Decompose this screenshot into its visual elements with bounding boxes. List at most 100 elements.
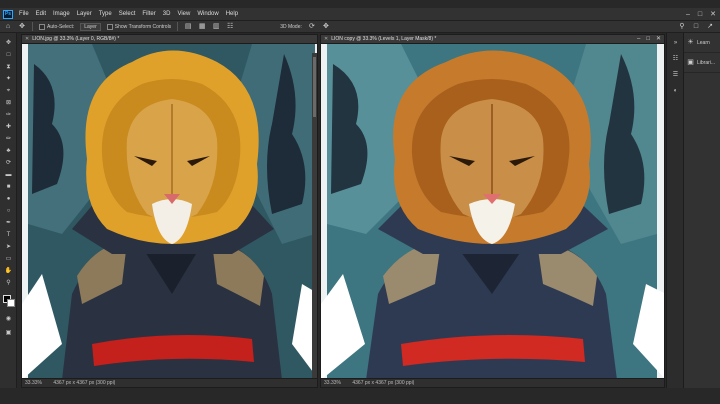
options-bar: ⌂ ✥ Auto-Select: Layer Show Transform Co… [0, 20, 720, 33]
options-right: ⚲ □ ↗ [678, 23, 714, 31]
maximize-icon[interactable]: □ [698, 11, 702, 18]
zoom-level[interactable]: 33.33% [324, 380, 341, 386]
auto-select-dropdown[interactable]: Layer [80, 22, 101, 31]
minimize-icon[interactable]: – [637, 35, 640, 43]
rectangle-tool-icon[interactable]: ▭ [4, 255, 13, 263]
close-tab-icon[interactable]: ✕ [25, 36, 29, 42]
status-bar: 33.33% 4367 px x 4367 px (300 ppi) [22, 378, 317, 387]
close-tab-icon[interactable]: ✕ [324, 36, 328, 42]
document-window-controls: – □ ✕ [637, 35, 661, 43]
menu-layer[interactable]: Layer [77, 11, 92, 17]
quick-mask-icon[interactable]: ◉ [4, 315, 13, 323]
marquee-tool-icon[interactable]: □ [4, 51, 13, 59]
auto-select-label: Auto-Select: [47, 23, 75, 30]
panel-dock-strip: » ☷ ☰ ◐ [666, 33, 683, 388]
panel-learn[interactable]: ☀ Learn [684, 33, 720, 53]
document-tab-copy[interactable]: ✕ LION copy @ 33.3% (Levels 1, Layer Mask… [321, 35, 664, 44]
frame-tool-icon[interactable]: ⊠ [4, 99, 13, 107]
workspace-icon[interactable]: □ [692, 23, 700, 31]
type-tool-icon[interactable]: T [4, 231, 13, 239]
align-right-icon[interactable]: ▥ [212, 23, 220, 31]
search-icon[interactable]: ⚲ [678, 23, 686, 31]
brush-tool-icon[interactable]: ✏ [4, 135, 13, 143]
distribute-icon[interactable]: ☷ [226, 23, 234, 31]
3d-pan-icon[interactable]: ✥ [322, 23, 330, 31]
home-icon[interactable]: ⌂ [4, 23, 12, 31]
gradient-tool-icon[interactable]: ■ [4, 183, 13, 191]
lion-artwork-original [22, 44, 317, 380]
crop-tool-icon[interactable]: ⌖ [4, 87, 13, 95]
move-tool-icon[interactable]: ✥ [18, 23, 26, 31]
history-brush-tool-icon[interactable]: ⟳ [4, 159, 13, 167]
menu-type[interactable]: Type [99, 11, 112, 17]
path-selection-tool-icon[interactable]: ➤ [4, 243, 13, 251]
document-window-original: ✕ LION.jpg @ 33.3% (Layer 0, RGB/8#) * 3… [21, 34, 318, 388]
menu-file[interactable]: File [19, 11, 29, 17]
scrollbar-thumb[interactable] [313, 57, 316, 117]
zoom-tool-icon[interactable]: ⚲ [4, 279, 13, 287]
canvas-copy[interactable] [321, 44, 664, 380]
blur-tool-icon[interactable]: ● [4, 195, 13, 203]
status-bar: 33.33% 4367 px x 4367 px (300 ppi) [321, 378, 664, 387]
photoshop-logo-icon: Ps [3, 9, 13, 19]
vertical-scrollbar[interactable] [312, 53, 317, 380]
eraser-tool-icon[interactable]: ▬ [4, 171, 13, 179]
auto-select-checkbox[interactable] [39, 23, 45, 30]
dodge-tool-icon[interactable]: ○ [4, 207, 13, 215]
document-size: 4367 px x 4367 px (300 ppi) [53, 380, 116, 386]
menu-select[interactable]: Select [119, 11, 136, 17]
background-color-swatch[interactable] [7, 299, 15, 307]
quick-select-tool-icon[interactable]: ✦ [4, 75, 13, 83]
window-controls: – □ ✕ [686, 8, 716, 20]
clone-stamp-tool-icon[interactable]: ♣ [4, 147, 13, 155]
panel-label: Librari... [697, 59, 716, 66]
close-icon[interactable]: ✕ [656, 35, 661, 43]
menu-window[interactable]: Window [197, 11, 218, 17]
libraries-icon: ▣ [687, 59, 694, 66]
separator [177, 22, 179, 31]
learn-icon: ☀ [687, 39, 694, 46]
pen-tool-icon[interactable]: ✒ [4, 219, 13, 227]
menu-image[interactable]: Image [53, 11, 70, 17]
menu-filter[interactable]: Filter [142, 11, 155, 17]
properties-icon[interactable]: ☷ [671, 55, 680, 63]
document-title: LION.jpg @ 33.3% (Layer 0, RGB/8#) * [32, 36, 120, 42]
screen-mode-icon[interactable]: ▣ [4, 329, 13, 337]
adjustments-icon[interactable]: ◐ [671, 87, 680, 95]
share-icon[interactable]: ↗ [706, 23, 714, 31]
align-left-icon[interactable]: ▤ [184, 23, 192, 31]
panel-collapse-icon[interactable]: » [671, 39, 680, 47]
panel-label: Learn [697, 39, 710, 46]
close-icon[interactable]: ✕ [710, 10, 716, 18]
zoom-level[interactable]: 33.33% [25, 380, 42, 386]
document-size: 4367 px x 4367 px (300 ppi) [352, 380, 415, 386]
menu-bar: Ps File Edit Image Layer Type Select Fil… [0, 8, 720, 20]
hand-tool-icon[interactable]: ✋ [4, 267, 13, 275]
lion-artwork-adjusted [321, 44, 664, 380]
transform-controls-label: Show Transform Controls [114, 23, 172, 30]
layers-icon[interactable]: ☰ [671, 71, 680, 79]
separator [32, 22, 33, 31]
minimize-icon[interactable]: – [686, 11, 690, 18]
right-panels: ☀ Learn ▣ Librari... [683, 33, 720, 388]
eyedropper-tool-icon[interactable]: ✑ [4, 111, 13, 119]
menu-3d[interactable]: 3D [163, 11, 171, 17]
3d-mode-label: 3D Mode: [280, 23, 302, 30]
document-window-copy: ✕ LION copy @ 33.3% (Levels 1, Layer Mask… [320, 34, 665, 388]
document-title: LION copy @ 33.3% (Levels 1, Layer Mask/… [331, 36, 437, 42]
healing-brush-tool-icon[interactable]: ✚ [4, 123, 13, 131]
document-tab-original[interactable]: ✕ LION.jpg @ 33.3% (Layer 0, RGB/8#) * [22, 35, 317, 44]
align-center-icon[interactable]: ▦ [198, 23, 206, 31]
menu-help[interactable]: Help [226, 11, 238, 17]
move-tool-icon[interactable]: ✥ [4, 39, 13, 47]
maximize-icon[interactable]: □ [646, 35, 650, 43]
lasso-tool-icon[interactable]: ⧗ [4, 63, 13, 71]
menu-view[interactable]: View [177, 11, 190, 17]
3d-rotate-icon[interactable]: ⟳ [308, 23, 316, 31]
canvas-original[interactable] [22, 44, 317, 380]
transform-controls-checkbox[interactable] [106, 23, 113, 30]
panel-libraries[interactable]: ▣ Librari... [684, 53, 720, 73]
tools-panel: ✥ □ ⧗ ✦ ⌖ ⊠ ✑ ✚ ✏ ♣ ⟳ ▬ ■ ● ○ ✒ T ➤ ▭ ✋ … [0, 33, 17, 388]
photoshop-window: Ps File Edit Image Layer Type Select Fil… [0, 0, 720, 404]
menu-edit[interactable]: Edit [36, 11, 46, 17]
